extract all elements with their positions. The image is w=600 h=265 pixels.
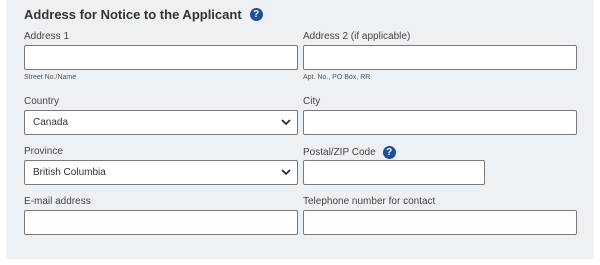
- address1-box: [24, 45, 298, 70]
- postal-label: Postal/ZIP Code: [303, 147, 376, 158]
- province-select[interactable]: British Columbia: [24, 160, 298, 185]
- city-input[interactable]: [304, 111, 576, 134]
- address1-field: Address 1 Street No./Name: [24, 31, 298, 81]
- help-icon[interactable]: ?: [249, 8, 263, 21]
- email-input[interactable]: [25, 211, 297, 234]
- email-label: E-mail address: [24, 196, 91, 207]
- postal-box: [303, 160, 485, 185]
- city-box: [303, 110, 577, 135]
- address1-label: Address 1: [24, 31, 70, 42]
- address-notice-panel: Address for Notice to the Applicant ? Ad…: [6, 0, 594, 259]
- postal-field: Postal/ZIP Code ?: [303, 146, 485, 186]
- section-title-row: Address for Notice to the Applicant ?: [24, 7, 263, 22]
- email-field: E-mail address: [24, 196, 298, 236]
- country-select[interactable]: Canada: [24, 110, 298, 135]
- email-box: [24, 210, 298, 235]
- postal-label-row: Postal/ZIP Code ?: [303, 146, 396, 159]
- address2-field: Address 2 (if applicable) Apt. No., PO B…: [303, 31, 577, 81]
- telephone-box: [303, 210, 577, 235]
- address1-input[interactable]: [25, 46, 297, 69]
- address2-hint: Apt. No., PO Box, RR: [303, 74, 371, 81]
- chevron-down-icon: [281, 169, 291, 176]
- telephone-field: Telephone number for contact: [303, 196, 577, 236]
- telephone-label: Telephone number for contact: [303, 196, 436, 207]
- address1-hint: Street No./Name: [24, 74, 77, 81]
- city-label: City: [303, 96, 321, 107]
- help-icon[interactable]: ?: [382, 146, 396, 159]
- country-field: Country Canada: [24, 96, 298, 136]
- province-field: Province British Columbia: [24, 146, 298, 186]
- province-label: Province: [24, 146, 63, 157]
- country-selected-value: Canada: [33, 117, 69, 128]
- section-title: Address for Notice to the Applicant: [24, 7, 242, 22]
- city-field: City: [303, 96, 577, 136]
- postal-input[interactable]: [304, 161, 484, 184]
- address2-box: [303, 45, 577, 70]
- address2-input[interactable]: [304, 46, 576, 69]
- telephone-input[interactable]: [304, 211, 576, 234]
- province-selected-value: British Columbia: [33, 167, 106, 178]
- country-label: Country: [24, 96, 60, 107]
- chevron-down-icon: [281, 119, 291, 126]
- address2-label: Address 2 (if applicable): [303, 31, 411, 42]
